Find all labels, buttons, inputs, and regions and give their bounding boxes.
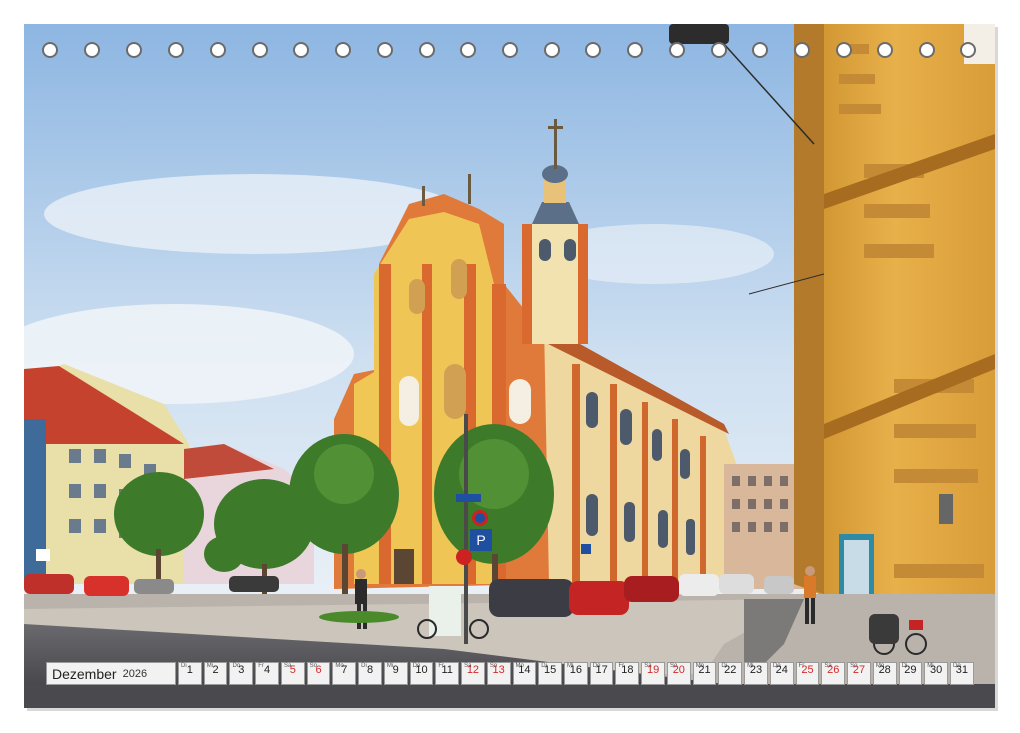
binding-hole: [210, 42, 226, 58]
day-cell: So 6: [306, 662, 331, 685]
day-number: 20: [672, 664, 685, 676]
day-cell: Mo 14: [512, 662, 537, 685]
day-number: 28: [878, 664, 891, 676]
day-cell: So 13: [486, 662, 511, 685]
day-number: 23: [749, 664, 763, 676]
day-number: 15: [544, 664, 557, 676]
day-cell: Mi 30: [924, 662, 949, 685]
day-number: 30: [930, 664, 943, 676]
day-cell: Di 8: [358, 662, 382, 685]
ring-binding-holes: [24, 42, 995, 66]
day-cells: Di 1 Mi 2 Do 3 Fr 4 Sa 5 So 6 Mo 7 Di 8 Mi 9 Do 10 Fr 11 Sa 12 S…: [178, 662, 974, 685]
binding-hole: [669, 42, 685, 58]
month-year: 2026: [122, 667, 148, 680]
day-cell: Di 22: [718, 662, 743, 685]
binding-hole: [377, 42, 393, 58]
day-number: 25: [801, 664, 814, 676]
binding-hole: [544, 42, 560, 58]
day-cell: Fr 4: [255, 662, 279, 685]
day-number: 12: [466, 664, 480, 676]
binding-hole: [711, 42, 727, 58]
day-number: 26: [827, 664, 840, 676]
binding-hole: [752, 42, 768, 58]
binding-hole: [168, 42, 184, 58]
day-cell: Mi 9: [383, 662, 408, 685]
day-cell: Sa 26: [821, 662, 846, 685]
day-cell: Fr 18: [615, 662, 640, 685]
day-cell: Di 15: [538, 662, 563, 685]
day-number: 7: [341, 664, 348, 676]
day-number: 5: [289, 664, 296, 676]
day-number: 22: [724, 664, 737, 676]
binding-hole: [419, 42, 435, 58]
day-cell: So 20: [666, 662, 691, 685]
month-label-box: Dezember 2026: [46, 662, 176, 685]
month-name: Dezember: [52, 665, 117, 682]
day-number: 16: [569, 664, 582, 676]
day-number: 11: [441, 664, 453, 676]
day-cell: Mi 23: [744, 662, 768, 685]
day-number: 21: [698, 664, 711, 676]
day-cell: Do 24: [769, 662, 794, 685]
day-cell: Do 10: [409, 662, 434, 685]
binding-hole: [126, 42, 142, 58]
day-cell: Sa 5: [280, 662, 305, 685]
day-number: 18: [621, 664, 634, 676]
parking-sign-text: P: [476, 532, 485, 548]
day-cell: So 27: [847, 662, 871, 685]
day-number: 8: [366, 664, 374, 676]
day-cell: Mo 7: [332, 662, 357, 685]
binding-hole: [585, 42, 601, 58]
day-cell: Di 29: [898, 662, 923, 685]
binding-hole: [836, 42, 852, 58]
day-number: 4: [264, 664, 271, 676]
day-number: 10: [415, 664, 428, 676]
day-number: 29: [904, 664, 917, 676]
day-cell: Fr 25: [795, 662, 820, 685]
binding-hole: [42, 42, 58, 58]
day-number: 31: [955, 664, 969, 676]
day-cell: Do 3: [229, 662, 254, 685]
day-number: 2: [212, 664, 219, 676]
day-cell: Sa 12: [461, 662, 485, 685]
day-cell: Mi 2: [203, 662, 228, 685]
binding-hole: [84, 42, 100, 58]
day-cell: Do 31: [950, 662, 974, 685]
day-number: 1: [186, 664, 193, 676]
day-cell: Mi 16: [564, 662, 588, 685]
day-number: 13: [492, 664, 505, 676]
binding-hole: [919, 42, 935, 58]
day-number: 17: [595, 664, 608, 676]
day-cell: Sa 19: [641, 662, 665, 685]
binding-hole: [502, 42, 518, 58]
day-number: 27: [852, 664, 866, 676]
day-number: 9: [392, 664, 399, 676]
binding-hole: [252, 42, 268, 58]
binding-hole: [627, 42, 643, 58]
binding-hole: [335, 42, 351, 58]
day-cell: Mo 21: [692, 662, 717, 685]
binding-hole: [960, 42, 976, 58]
day-number: 24: [775, 664, 788, 676]
day-cell: Fr 11: [435, 662, 460, 685]
calendar-strip: Dezember 2026 Di 1 Mi 2 Do 3 Fr 4 Sa 5 So 6 Mo 7 Di 8 Mi…: [46, 662, 974, 685]
binding-hole: [460, 42, 476, 58]
binding-hole: [877, 42, 893, 58]
day-cell: Do 17: [589, 662, 614, 685]
day-number: 3: [238, 664, 245, 676]
day-number: 14: [518, 664, 531, 676]
binding-hole: [293, 42, 309, 58]
day-cell: Di 1: [178, 662, 202, 685]
day-number: 6: [315, 664, 322, 676]
day-cell: Mo 28: [872, 662, 897, 685]
calendar-page: P Dezember 2026 Di 1 Mi 2 Do 3 Fr 4 Sa 5…: [24, 24, 995, 708]
photo-street-church: P: [24, 24, 995, 708]
binding-hole: [794, 42, 810, 58]
day-number: 19: [646, 664, 660, 676]
